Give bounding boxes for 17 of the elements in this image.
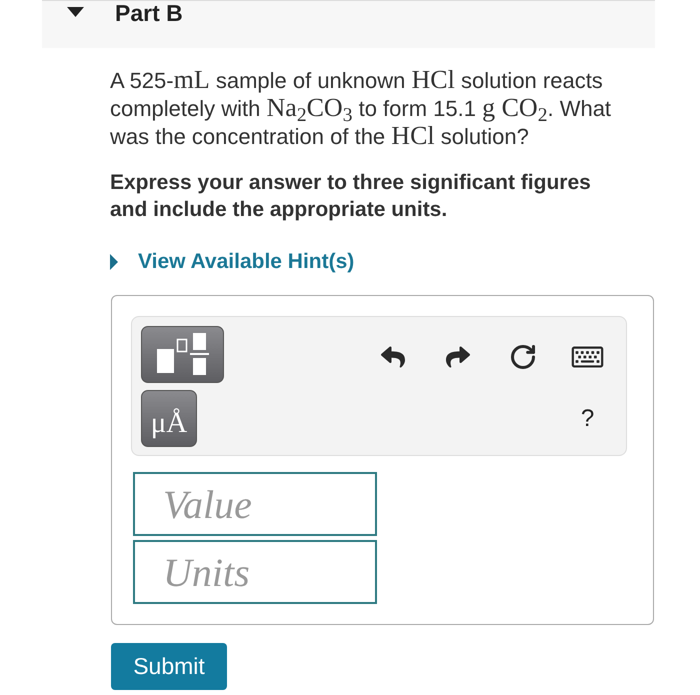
reset-icon[interactable] — [509, 342, 537, 370]
help-button[interactable]: ? — [571, 404, 604, 432]
instruction-text: Express your answer to three significant figures and include the appropriate units. — [110, 170, 592, 223]
answer-field[interactable]: Units — [133, 540, 377, 604]
units-button[interactable]: μÅ — [141, 390, 197, 447]
question-text: A 525-mL sample of unknown HCl solution reacts completely with Na$_{2}$CO$_{3}$ to form 15.1 g CO$_{2}$. What was the concentration of the HCl solution? — [110, 66, 612, 150]
templates-icon — [156, 332, 208, 376]
hints-link[interactable]: View Available Hint(s) — [138, 246, 354, 278]
answer-field[interactable]: Value — [133, 472, 377, 536]
expand-triangle-icon[interactable] — [110, 254, 118, 270]
undo-icon[interactable] — [381, 344, 405, 368]
submit-button[interactable]: Submit — [111, 643, 227, 690]
templates-button[interactable] — [141, 326, 224, 383]
part-title: Part B — [115, 1, 183, 25]
collapse-triangle-icon[interactable] — [67, 7, 84, 17]
redo-icon[interactable] — [446, 344, 470, 368]
part-header[interactable]: Part B — [42, 0, 655, 48]
